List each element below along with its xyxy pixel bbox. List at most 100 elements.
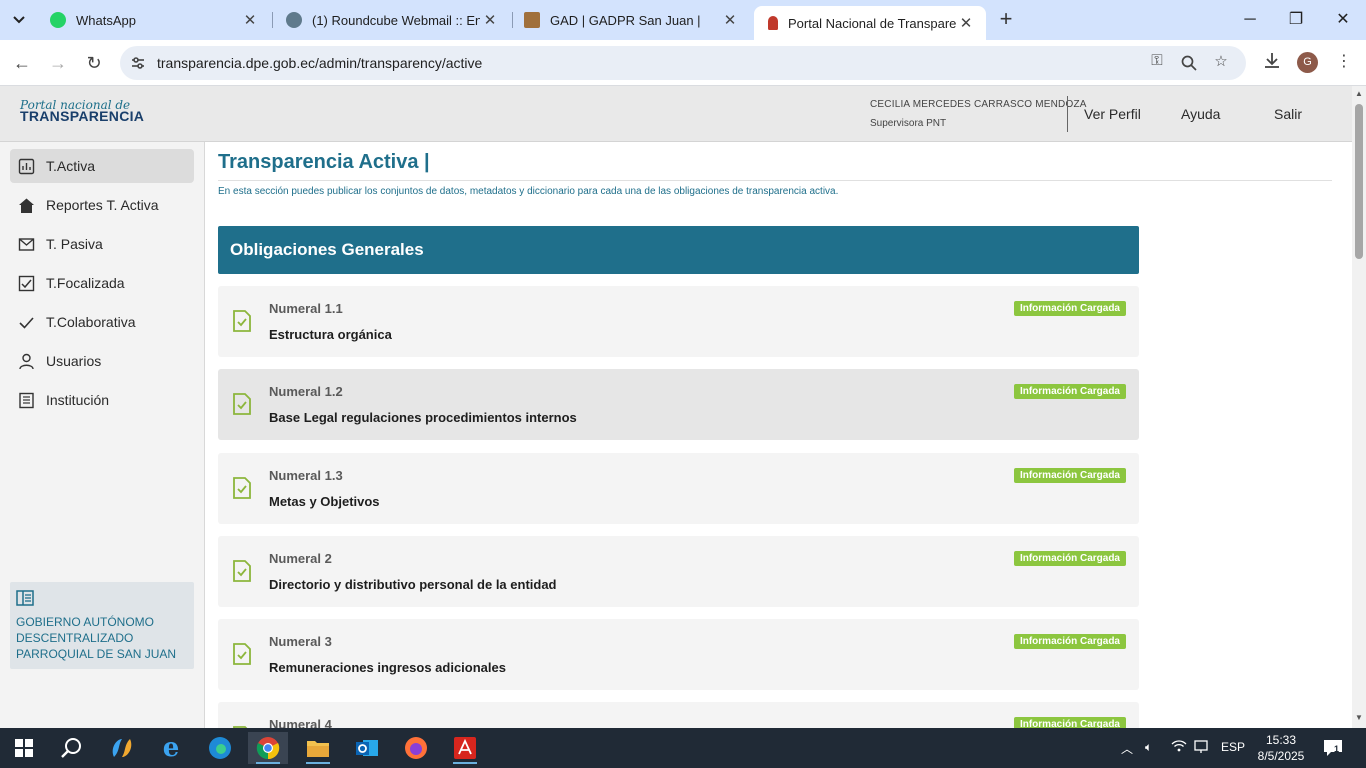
restore-button[interactable]: ❐ <box>1273 6 1319 34</box>
browser-tab-strip: WhatsApp ✕ (1) Roundcube Webmail :: Entr… <box>0 0 1366 40</box>
status-badge: Información Cargada <box>1013 384 1126 399</box>
status-badge: Información Cargada <box>1013 551 1126 566</box>
institution-name: GOBIERNO AUTÓNOMO DESCENTRALIZADO PARROQ… <box>16 615 177 661</box>
clock-time: 15:33 <box>1265 733 1297 747</box>
display-icon[interactable] <box>1194 740 1208 757</box>
tab-whatsapp[interactable]: WhatsApp ✕ <box>40 4 270 36</box>
clock[interactable]: 15:33 8/5/2025 <box>1255 732 1307 764</box>
close-window-button[interactable]: ✕ <box>1320 6 1366 34</box>
site-header: Portal nacional de TRANSPARENCIA CECILIA… <box>0 86 1352 142</box>
sidebar-item-t-pasiva[interactable]: T. Pasiva <box>10 227 194 261</box>
user-icon <box>19 353 34 369</box>
portal-logo[interactable]: Portal nacional de TRANSPARENCIA <box>18 98 144 130</box>
notifications-icon[interactable]: 1 <box>1323 739 1343 757</box>
scroll-up-icon[interactable]: ▲ <box>1355 90 1363 98</box>
numeral-card[interactable]: Numeral 4 Información Cargada <box>218 702 1139 728</box>
outlook-icon[interactable] <box>347 732 387 764</box>
close-tab-icon[interactable]: ✕ <box>240 11 260 29</box>
show-hidden-icons-icon[interactable]: ︿ <box>1121 740 1133 757</box>
clock-date: 8/5/2025 <box>1257 749 1305 763</box>
status-badge: Información Cargada <box>1013 717 1126 728</box>
status-badge: Información Cargada <box>1013 301 1126 316</box>
numeral-card[interactable]: Numeral 2 Directorio y distributivo pers… <box>218 536 1139 607</box>
header-divider <box>1067 96 1068 132</box>
sidebar-item-reportes[interactable]: Reportes T. Activa <box>10 188 194 222</box>
address-bar[interactable]: transparencia.dpe.gob.ec/admin/transpare… <box>120 46 1246 80</box>
numeral-card[interactable]: Numeral 1.3 Metas y Objetivos Informació… <box>218 453 1139 524</box>
notification-count: 1 <box>1334 744 1340 754</box>
main-content: Transparencia Activa | En esta sección p… <box>205 142 1352 728</box>
edge-icon[interactable] <box>200 732 240 764</box>
forward-button[interactable]: → <box>45 50 71 76</box>
file-check-icon <box>233 477 251 499</box>
close-tab-icon[interactable]: ✕ <box>720 11 740 29</box>
close-tab-icon[interactable]: ✕ <box>956 14 976 32</box>
file-check-icon <box>233 560 251 582</box>
salir-link[interactable]: Salir <box>1274 106 1302 122</box>
sidebar-item-t-activa[interactable]: T.Activa <box>10 149 194 183</box>
sidebar-item-usuarios[interactable]: Usuarios <box>10 344 194 378</box>
roundcube-icon <box>286 12 302 28</box>
building-icon <box>19 392 34 408</box>
user-role: Supervisora PNT <box>870 118 947 129</box>
numeral-card[interactable]: Numeral 3 Remuneraciones ingresos adicio… <box>218 619 1139 690</box>
checklist-icon <box>18 275 35 291</box>
tab-gad[interactable]: GAD | GADPR San Juan | ✕ <box>514 4 750 36</box>
file-check-icon <box>233 643 251 665</box>
reload-button[interactable]: ↻ <box>81 50 107 76</box>
title-divider <box>218 180 1332 181</box>
search-icon[interactable] <box>52 732 92 764</box>
scrollbar-thumb[interactable] <box>1355 104 1363 259</box>
minimize-button[interactable]: ─ <box>1227 6 1273 34</box>
browser-menu-icon[interactable]: ⋮ <box>1332 51 1356 75</box>
volume-icon[interactable]: 🔈︎ <box>1145 740 1152 755</box>
file-explorer-icon[interactable] <box>298 732 338 764</box>
section-header: Obligaciones Generales <box>218 226 1139 274</box>
user-name: CECILIA MERCEDES CARRASCO MENDOZA <box>870 99 1087 110</box>
windows-start-icon[interactable] <box>4 732 44 764</box>
tab-portal-transparencia[interactable]: Portal Nacional de Transparenci ✕ <box>754 6 986 40</box>
status-badge: Información Cargada <box>1013 634 1126 649</box>
pnt-icon <box>768 16 778 30</box>
page-title: Transparencia Activa | <box>218 151 430 173</box>
profile-avatar[interactable]: G <box>1297 52 1318 73</box>
status-badge: Información Cargada <box>1013 468 1126 483</box>
institution-card: GOBIERNO AUTÓNOMO DESCENTRALIZADO PARROQ… <box>10 582 194 669</box>
sidebar-item-t-focalizada[interactable]: T.Focalizada <box>10 266 194 300</box>
site-settings-icon[interactable] <box>129 54 147 72</box>
chrome-icon[interactable] <box>248 732 288 764</box>
file-check-icon <box>233 393 251 415</box>
new-tab-button[interactable]: + <box>994 8 1018 32</box>
check-icon <box>19 316 34 329</box>
taskbar: e ︿ 🔈︎ ESP 15:33 8/5/2025 1 <box>0 728 1366 768</box>
wifi-icon[interactable] <box>1171 740 1187 755</box>
downloads-icon[interactable] <box>1260 51 1284 75</box>
firefox-icon[interactable] <box>396 732 436 764</box>
scroll-down-icon[interactable]: ▼ <box>1355 714 1363 722</box>
tab-roundcube[interactable]: (1) Roundcube Webmail :: Entra ✕ <box>276 4 510 36</box>
zoom-icon[interactable] <box>1178 52 1200 74</box>
page-scrollbar[interactable]: ▲ ▼ <box>1352 86 1366 728</box>
back-button[interactable]: ← <box>9 50 35 76</box>
close-tab-icon[interactable]: ✕ <box>480 11 500 29</box>
sidebar-item-institucion[interactable]: Institución <box>10 383 194 417</box>
institution-icon <box>16 590 34 606</box>
language-indicator[interactable]: ESP <box>1221 740 1245 754</box>
copilot-icon[interactable] <box>102 732 142 764</box>
ver-perfil-link[interactable]: Ver Perfil <box>1084 106 1141 122</box>
internet-explorer-icon[interactable]: e <box>151 732 191 764</box>
numeral-card[interactable]: Numeral 1.1 Estructura orgánica Informac… <box>218 286 1139 357</box>
tab-search-icon[interactable] <box>6 8 32 32</box>
mail-icon <box>18 237 35 251</box>
numeral-card[interactable]: Numeral 1.2 Base Legal regulaciones proc… <box>218 369 1139 440</box>
sidebar-item-t-colaborativa[interactable]: T.Colaborativa <box>10 305 194 339</box>
bookmark-star-icon[interactable]: ☆ <box>1210 52 1232 74</box>
sidebar: T.Activa Reportes T. Activa T. Pasiva T.… <box>0 142 205 728</box>
acrobat-icon[interactable] <box>445 732 485 764</box>
page-description: En esta sección puedes publicar los conj… <box>218 186 839 197</box>
ayuda-link[interactable]: Ayuda <box>1181 106 1220 122</box>
url-text: transparencia.dpe.gob.ec/admin/transpare… <box>157 55 483 71</box>
browser-toolbar: ← → ↻ transparencia.dpe.gob.ec/admin/tra… <box>0 40 1366 86</box>
chart-icon <box>18 158 35 174</box>
password-key-icon[interactable]: ⚿ <box>1146 52 1168 74</box>
